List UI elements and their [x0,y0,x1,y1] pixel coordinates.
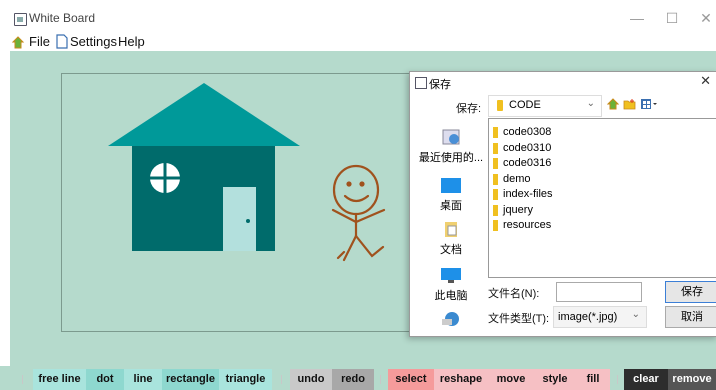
door-knob [246,219,250,223]
filetype-select[interactable]: image(*.jpg) ⌄ [553,306,647,328]
dot-button[interactable]: dot [86,369,124,390]
places-bar: 最近使用的... 桌面 文档 此电脑 [415,117,487,332]
folder-icon [493,220,498,231]
save-in-value: CODE [509,99,541,111]
place-this-pc[interactable]: 此电脑 [415,267,487,303]
save-in-combo[interactable]: CODE ⌄ [488,95,602,117]
folder-icon [493,174,498,185]
filename-label: 文件名(N): [488,288,540,300]
filetype-label: 文件类型(T): [488,313,550,325]
dialog-close-button[interactable]: ✕ [700,73,711,89]
file-name: code0316 [503,157,552,169]
dialog-title: 保存 [429,79,451,91]
place-desktop[interactable]: 桌面 [415,177,487,213]
reshape-button[interactable]: reshape [434,369,488,390]
fill-button[interactable]: fill [576,369,610,390]
free-line-button[interactable]: free line [33,369,86,390]
view-menu-icon[interactable] [640,98,658,110]
toolbar-separator [617,375,618,384]
recent-icon [440,129,462,146]
stickman[interactable] [331,164,386,262]
remove-button[interactable]: remove [668,369,716,390]
cancel-button[interactable]: 取消 [665,306,716,328]
undo-button[interactable]: undo [290,369,332,390]
chevron-down-icon: ⌄ [586,98,595,109]
filename-input[interactable] [556,282,642,302]
folder-icon [493,158,498,169]
computer-icon [440,267,462,284]
line-button[interactable]: line [124,369,162,390]
desktop-icon [440,177,462,194]
file-name: code0310 [503,142,552,154]
save-dialog: 保存 ✕ 保存: CODE ⌄ 最近使用的... 桌面 文档 此电脑 code0… [409,71,716,337]
place-desktop-label: 桌面 [440,200,462,212]
rectangle-button[interactable]: rectangle [162,369,219,390]
folder-icon [493,127,498,138]
file-name: code0308 [503,126,552,138]
place-network[interactable] [415,309,487,329]
network-icon [440,309,462,326]
dialog-app-icon [415,77,427,89]
documents-icon [440,221,462,238]
folder-icon [497,100,503,111]
file-name: resources [503,219,552,231]
new-folder-icon[interactable] [623,98,636,110]
save-button[interactable]: 保存 [665,281,716,303]
move-button[interactable]: move [488,369,534,390]
file-name: jquery [503,204,533,216]
place-recent-label: 最近使用的... [418,152,484,164]
redo-button[interactable]: redo [332,369,374,390]
save-in-label: 保存: [456,103,482,115]
toolbar-separator [380,375,381,384]
folder-icon [493,143,498,154]
place-documents-label: 文档 [440,244,462,256]
filetype-value: image(*.jpg) [558,311,618,323]
file-name: demo [503,173,531,185]
place-recent[interactable]: 最近使用的... [415,129,487,165]
chevron-down-icon: ⌄ [631,309,640,320]
place-this-pc-label: 此电脑 [434,290,468,302]
place-documents[interactable]: 文档 [415,221,487,257]
up-folder-icon[interactable] [606,98,620,110]
folder-icon [493,189,498,200]
file-name: index-files [503,188,553,200]
style-button[interactable]: style [534,369,576,390]
house-roof[interactable] [108,83,300,146]
file-list[interactable]: code0308 code0310 code0316 demo index-fi… [488,118,716,278]
select-button[interactable]: select [388,369,434,390]
toolbar-separator [281,375,282,384]
clear-button[interactable]: clear [624,369,668,390]
house-door[interactable] [223,187,256,251]
folder-icon [493,205,498,216]
triangle-button[interactable]: triangle [219,369,272,390]
toolbar-separator [22,375,23,384]
